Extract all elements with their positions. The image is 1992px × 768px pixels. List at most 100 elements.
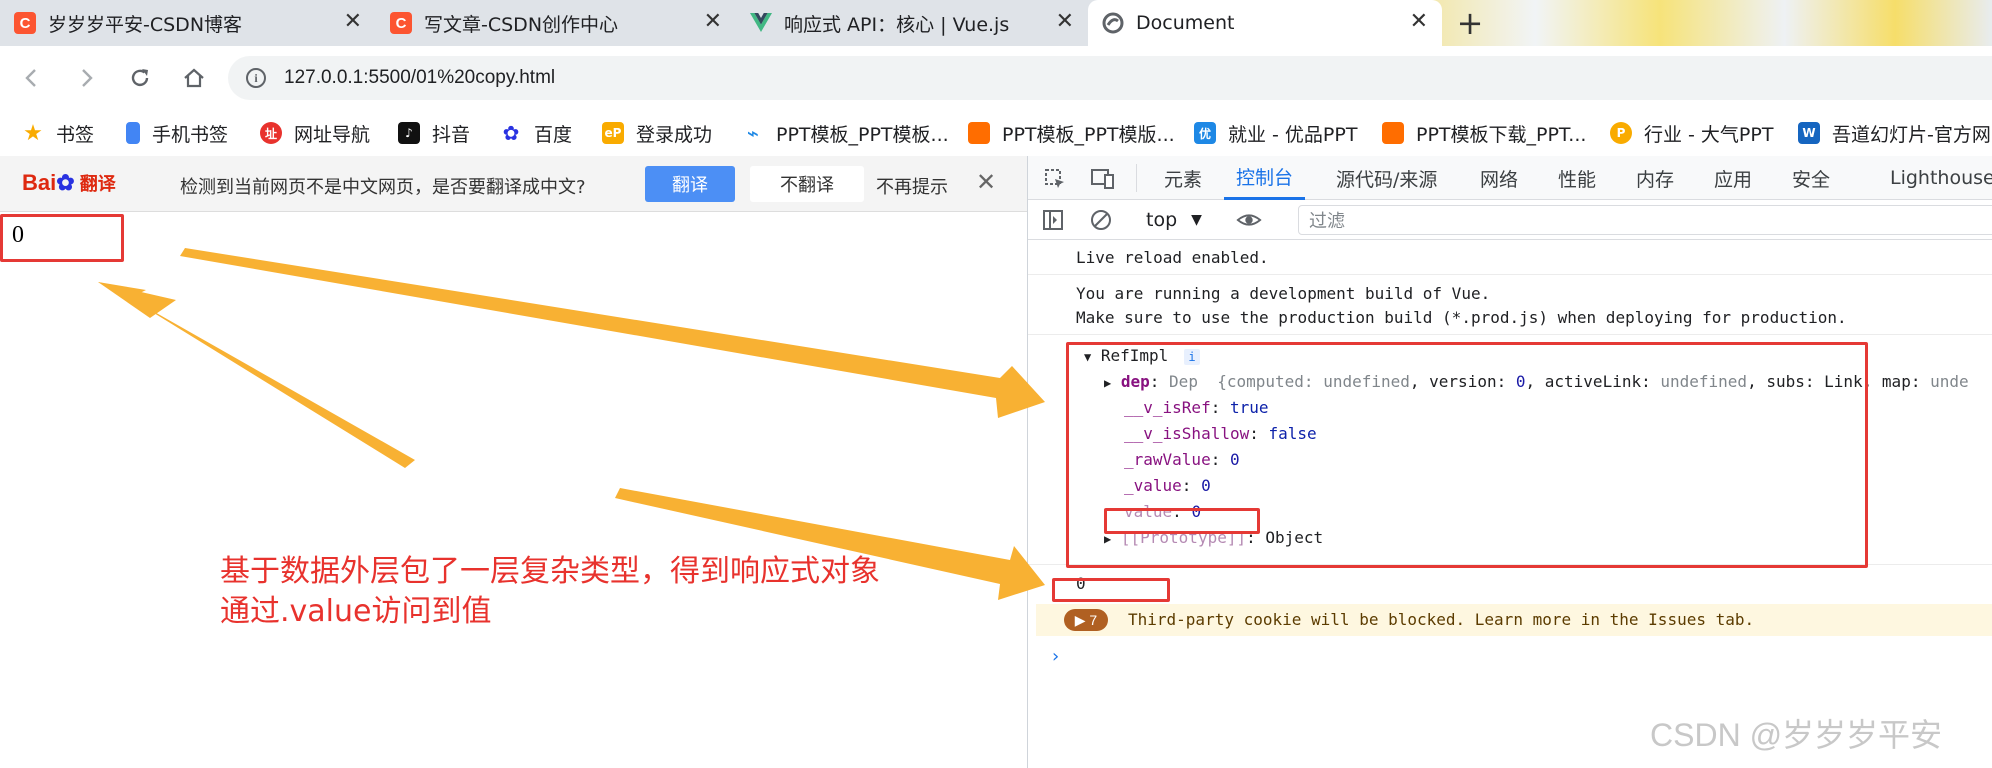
highlight-box-log: [1052, 578, 1170, 602]
back-button[interactable]: [12, 58, 52, 98]
inspect-icon[interactable]: [1042, 166, 1068, 192]
forward-button[interactable]: [66, 58, 106, 98]
tab-memory[interactable]: 内存: [1636, 156, 1674, 200]
never-show-link[interactable]: 不再提示: [876, 173, 948, 199]
eye-icon[interactable]: [1236, 207, 1262, 233]
highlight-box-refimpl: [1066, 342, 1868, 568]
arrow-shape: [98, 282, 415, 468]
document-icon: [1102, 12, 1124, 34]
info-icon[interactable]: i: [246, 68, 266, 88]
bookmark-item[interactable]: PPT模板下载_PPT...: [1382, 110, 1586, 156]
new-tab-button[interactable]: +: [1442, 0, 1498, 46]
console-filter-input[interactable]: 过滤: [1298, 205, 1992, 235]
close-icon[interactable]: ✕: [704, 11, 722, 33]
context-selector[interactable]: top ▼: [1146, 200, 1202, 240]
preview-text: unde: [1930, 372, 1969, 391]
url-text: 127.0.0.1:5500/01%20copy.html: [284, 67, 556, 88]
tab-title: Document: [1136, 12, 1235, 34]
bookmark-label: 书签: [56, 123, 95, 146]
close-icon[interactable]: ✕: [1056, 11, 1074, 33]
console-toolbar: top ▼ 过滤: [1028, 200, 1992, 240]
vue-icon: [750, 12, 772, 34]
console-warning-row[interactable]: ▶ 7 Third-party cookie will be blocked. …: [1036, 604, 1992, 636]
console-message: Make sure to use the production build (*…: [1076, 308, 1847, 327]
close-icon[interactable]: ✕: [1410, 11, 1428, 33]
device-toggle-icon[interactable]: [1090, 166, 1116, 192]
tab-csdn-blog[interactable]: C 岁岁岁平安-CSDN博客 ✕: [0, 0, 376, 46]
warning-count-badge[interactable]: ▶ 7: [1064, 609, 1108, 631]
tab-application[interactable]: 应用: [1714, 156, 1752, 200]
console-message: You are running a development build of V…: [1076, 284, 1491, 303]
translate-button[interactable]: 翻译: [645, 166, 735, 202]
bookmark-item[interactable]: eP 登录成功: [602, 110, 712, 156]
annotation-line: 基于数据外层包了一层复杂类型，得到响应式对象: [220, 554, 880, 589]
bookmark-item[interactable]: ⌁ PPT模板_PPT模板...: [742, 110, 949, 156]
bookmark-label: PPT模板下载_PPT...: [1416, 123, 1587, 146]
annotation-line: 通过.value访问到值: [220, 594, 492, 629]
tab-console[interactable]: 控制台: [1224, 156, 1306, 200]
bookmark-item[interactable]: W 吾道幻灯片-官方网...: [1798, 110, 1992, 156]
caret-down-icon: ▼: [1191, 212, 1202, 228]
douyin-icon: ♪: [398, 122, 420, 144]
bookmark-label: 就业 - 优品PPT: [1228, 123, 1358, 146]
sidebar-toggle-icon[interactable]: [1040, 207, 1066, 233]
bookmark-item[interactable]: 手机书签: [126, 110, 228, 156]
bookmark-label: 吾道幻灯片-官方网...: [1832, 123, 1992, 146]
watermark: CSDN @岁岁岁平安: [1650, 717, 1943, 753]
no-translate-button[interactable]: 不翻译: [750, 166, 864, 202]
tab-strip: C 岁岁岁平安-CSDN博客 ✕ C 写文章-CSDN创作中心 ✕ 响应式 AP…: [0, 0, 1992, 46]
wudao-icon: W: [1798, 122, 1820, 144]
reload-button[interactable]: [120, 58, 160, 98]
home-icon: [184, 68, 204, 88]
tab-lighthouse[interactable]: Lighthouse: [1890, 156, 1992, 200]
translate-message: 检测到当前网页不是中文网页，是否要翻译成中文?: [180, 177, 586, 198]
bookmark-label: 百度: [534, 123, 573, 146]
tab-elements[interactable]: 元素: [1164, 156, 1202, 200]
tab-sources[interactable]: 源代码/来源: [1336, 156, 1437, 200]
tab-vue-docs[interactable]: 响应式 API：核心 | Vue.js ✕: [736, 0, 1088, 46]
tab-csdn-editor[interactable]: C 写文章-CSDN创作中心 ✕: [376, 0, 736, 46]
close-icon[interactable]: ✕: [344, 11, 362, 33]
highlight-box-page-value: [0, 214, 124, 262]
tab-document[interactable]: Document ✕: [1088, 0, 1442, 46]
bookmark-label: 行业 - 大气PPT: [1644, 123, 1774, 146]
bookmark-item[interactable]: PPT模板_PPT模版...: [968, 110, 1175, 156]
daqi-icon: P: [1610, 122, 1632, 144]
tab-network[interactable]: 网络: [1480, 156, 1518, 200]
tab-title: 岁岁岁平安-CSDN博客: [48, 13, 243, 36]
tab-security[interactable]: 安全: [1792, 156, 1830, 200]
console-divider: [1028, 274, 1992, 275]
baidu-paw-icon: ✿: [502, 121, 520, 145]
bookmark-label: 抖音: [432, 123, 471, 146]
bookmark-item[interactable]: ★ 书签: [22, 110, 94, 156]
bookmark-item[interactable]: 址网址导航: [260, 110, 370, 156]
arrow-shape: [180, 248, 1045, 418]
close-icon[interactable]: ✕: [976, 168, 996, 196]
warning-text: Third-party cookie will be blocked. Lear…: [1128, 610, 1755, 629]
baidu-translate-logo: Bai✿ 翻译: [22, 170, 116, 195]
translate-bar: Bai✿ 翻译 检测到当前网页不是中文网页，是否要翻译成中文? 翻译 不翻译 不…: [0, 156, 1027, 212]
bookmark-label: 网址导航: [294, 123, 371, 146]
bookmark-item[interactable]: P 行业 - 大气PPT: [1610, 110, 1773, 156]
star-icon: ★: [23, 120, 43, 146]
youpin-icon: 优: [1194, 122, 1216, 144]
reload-icon: [131, 69, 149, 87]
ppt-orange-icon: [1382, 122, 1404, 144]
ppt-blue-icon: ⌁: [746, 121, 760, 145]
phone-icon: [126, 122, 140, 144]
bookmark-item[interactable]: 优就业 - 优品PPT: [1194, 110, 1357, 156]
arrow-left-icon: [25, 69, 36, 87]
devtools-tab-bar: 元素 控制台 源代码/来源 网络 性能 内存 应用 安全 Lighthouse: [1028, 156, 1992, 200]
console-prompt[interactable]: ›: [1050, 646, 1061, 667]
hao123-icon: 址: [260, 122, 282, 144]
bookmark-item[interactable]: ♪ 抖音: [398, 110, 470, 156]
bookmarks-bar: ★ 书签 手机书签 址网址导航 ♪ 抖音 ✿ 百度 eP 登录成功 ⌁ PPT模板_PPT…: [0, 110, 1992, 156]
csdn-icon: C: [14, 12, 36, 34]
context-label: top: [1146, 209, 1178, 231]
tab-performance[interactable]: 性能: [1558, 156, 1596, 200]
home-button[interactable]: [174, 58, 214, 98]
bookmark-item[interactable]: ✿ 百度: [500, 110, 572, 156]
address-bar[interactable]: i 127.0.0.1:5500/01%20copy.html: [228, 56, 1992, 100]
arrow-shape: [98, 282, 176, 318]
clear-console-icon[interactable]: [1088, 207, 1114, 233]
